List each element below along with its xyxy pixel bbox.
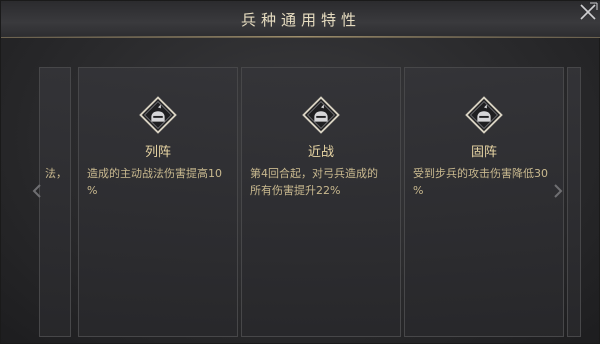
- dialog-header: 兵种通用特性: [1, 1, 600, 38]
- chevron-left-icon[interactable]: [32, 184, 42, 198]
- soldier-helmet-icon: [465, 96, 503, 134]
- card-title: 固阵: [470, 145, 497, 160]
- soldier-helmet-icon: [302, 96, 340, 134]
- desc-line-1: 受到步兵的攻击伤害降低30: [413, 167, 548, 180]
- desc-line-1: 第4回合起，对弓兵造成的: [250, 167, 378, 180]
- desc-line-2: %: [413, 184, 424, 197]
- card-description: 受到步兵的攻击伤害降低30 %: [413, 165, 557, 199]
- dialog-title: 兵种通用特性: [240, 11, 361, 29]
- desc-line-1: 造成的主动战法伤害提高10: [87, 167, 222, 180]
- card-title: 近战: [307, 145, 334, 160]
- card-title: 列阵: [144, 145, 171, 160]
- chevron-right-icon[interactable]: [553, 184, 563, 198]
- desc-line-2: 所有伤害提升22%: [250, 184, 341, 197]
- partial-card-right[interactable]: [567, 67, 581, 337]
- close-icon[interactable]: [577, 1, 599, 23]
- header-divider: [1, 36, 600, 37]
- partial-card-left[interactable]: 法，: [39, 67, 71, 337]
- soldier-helmet-icon: [139, 96, 177, 134]
- game-dialog: 兵种通用特性 法， 列阵 造成的主动战法伤害提高10 % 近战 第4回合起，对弓…: [0, 0, 600, 344]
- card-description: 第4回合起，对弓兵造成的 所有伤害提升22%: [250, 165, 394, 199]
- trait-card-lie-zhen[interactable]: 列阵 造成的主动战法伤害提高10 %: [78, 67, 238, 337]
- trait-card-jin-zhan[interactable]: 近战 第4回合起，对弓兵造成的 所有伤害提升22%: [241, 67, 401, 337]
- trait-card-gu-zhen[interactable]: 固阵 受到步兵的攻击伤害降低30 %: [404, 67, 564, 337]
- desc-line-2: %: [87, 184, 98, 197]
- card-description: 造成的主动战法伤害提高10 %: [87, 165, 231, 199]
- partial-card-text: 法，: [45, 167, 67, 180]
